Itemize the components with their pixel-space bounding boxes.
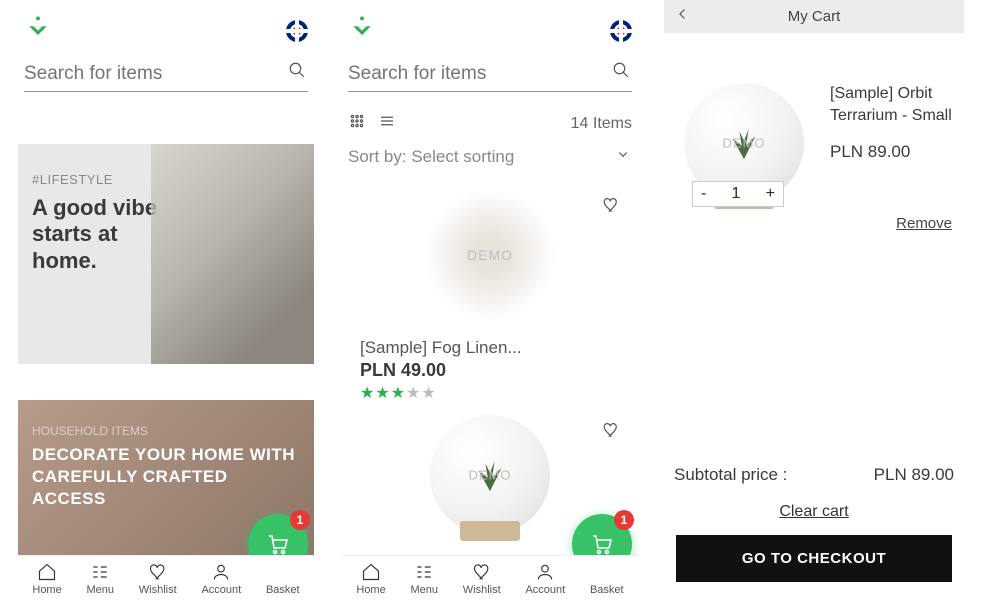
nav-home[interactable]: Home — [356, 562, 385, 596]
card-headline: DECORATE YOUR HOME WITH CAREFULLY CRAFTE… — [32, 444, 300, 510]
nav-label: Menu — [410, 584, 438, 596]
search-icon[interactable] — [288, 61, 306, 84]
cart-screen: My Cart DEMO - 1 + [Sample] Orbit Terrar… — [664, 0, 964, 600]
cart-header: My Cart — [664, 0, 964, 33]
heart-icon[interactable] — [602, 196, 620, 219]
subtotal-label: Subtotal price : — [674, 465, 787, 485]
clear-cart-link[interactable]: Clear cart — [664, 503, 964, 521]
cart-item-info: [Sample] Orbit Terrarium - Small PLN 89.… — [830, 83, 954, 203]
home-screen: #LIFESTYLE A good vibe starts at home. H… — [16, 0, 316, 600]
sort-row[interactable]: Sort by: Select sorting — [340, 141, 640, 178]
sort-value: Select sorting — [411, 147, 514, 166]
nav-label: Home — [32, 584, 61, 596]
back-icon[interactable] — [674, 5, 692, 28]
basket-badge: 1 — [290, 510, 310, 530]
grid-view-icon[interactable] — [348, 112, 366, 135]
nav-label: Wishlist — [463, 584, 501, 596]
nav-label: Menu — [86, 584, 114, 596]
bottom-nav: Home Menu Wishlist Account Basket — [16, 555, 316, 600]
sort-prefix: Sort by: — [348, 147, 407, 166]
item-count: 14 Items — [571, 115, 632, 133]
brand-logo[interactable] — [348, 14, 376, 47]
quantity-stepper: - 1 + — [692, 181, 784, 207]
brand-logo[interactable] — [24, 14, 52, 47]
nav-label: Account — [201, 584, 241, 596]
nav-wishlist[interactable]: Wishlist — [139, 562, 177, 596]
subtotal-value: PLN 89.00 — [874, 465, 954, 485]
nav-account[interactable]: Account — [525, 562, 565, 596]
product-thumb: DEMO — [430, 415, 550, 535]
heart-icon[interactable] — [602, 421, 620, 444]
home-cards: #LIFESTYLE A good vibe starts at home. H… — [16, 94, 316, 560]
card-photo — [151, 144, 314, 364]
nav-account[interactable]: Account — [201, 562, 241, 596]
rating-stars: ★★★★★ — [360, 383, 620, 403]
qty-plus[interactable]: + — [766, 185, 775, 203]
header — [340, 0, 640, 53]
qty-minus[interactable]: - — [701, 185, 706, 203]
remove-link[interactable]: Remove — [664, 215, 952, 232]
list-toolbar: 14 Items — [340, 94, 640, 141]
cart-item-thumb: DEMO - 1 + — [674, 83, 814, 203]
hero-card-lifestyle[interactable]: #LIFESTYLE A good vibe starts at home. — [18, 144, 314, 364]
list-view-icon[interactable] — [378, 112, 396, 135]
basket-badge: 1 — [614, 510, 634, 530]
product-name: [Sample] Fog Linen... — [360, 338, 620, 358]
listing-screen: 14 Items Sort by: Select sorting [Sample… — [340, 0, 640, 600]
product-thumb — [425, 190, 555, 320]
nav-menu[interactable]: Menu — [410, 562, 438, 596]
view-toggles — [348, 112, 396, 135]
nav-wishlist[interactable]: Wishlist — [463, 562, 501, 596]
bottom-nav: Home Menu Wishlist Account Basket — [340, 555, 640, 600]
product-card[interactable]: [Sample] Fog Linen... PLN 49.00 ★★★★★ — [360, 190, 620, 403]
card-tag: HOUSEHOLD ITEMS — [32, 424, 300, 438]
language-flag-icon[interactable] — [610, 20, 632, 42]
search-bar — [340, 53, 640, 94]
qty-value: 1 — [732, 185, 741, 203]
cart-item-price: PLN 89.00 — [830, 142, 954, 162]
search-input[interactable] — [24, 59, 308, 92]
nav-home[interactable]: Home — [32, 562, 61, 596]
nav-label: Basket — [590, 584, 624, 596]
search-bar — [16, 53, 316, 94]
nav-basket[interactable]: Basket — [590, 562, 624, 596]
product-card[interactable]: DEMO — [360, 415, 620, 535]
nav-basket[interactable]: Basket — [266, 562, 300, 596]
header — [16, 0, 316, 53]
cart-item-row: DEMO - 1 + [Sample] Orbit Terrarium - Sm… — [664, 33, 964, 203]
product-list: [Sample] Fog Linen... PLN 49.00 ★★★★★ DE… — [340, 190, 640, 535]
checkout-button[interactable]: GO TO CHECKOUT — [676, 535, 952, 582]
subtotal-row: Subtotal price : PLN 89.00 — [664, 465, 964, 485]
cart-item-name: [Sample] Orbit Terrarium - Small — [830, 83, 954, 128]
search-input[interactable] — [348, 59, 632, 92]
chevron-down-icon — [614, 145, 632, 168]
nav-menu[interactable]: Menu — [86, 562, 114, 596]
language-flag-icon[interactable] — [286, 20, 308, 42]
search-icon[interactable] — [612, 61, 630, 84]
nav-label: Home — [356, 584, 385, 596]
nav-label: Wishlist — [139, 584, 177, 596]
nav-label: Basket — [266, 584, 300, 596]
product-price: PLN 49.00 — [360, 360, 620, 381]
cart-title: My Cart — [672, 8, 956, 25]
nav-label: Account — [525, 584, 565, 596]
